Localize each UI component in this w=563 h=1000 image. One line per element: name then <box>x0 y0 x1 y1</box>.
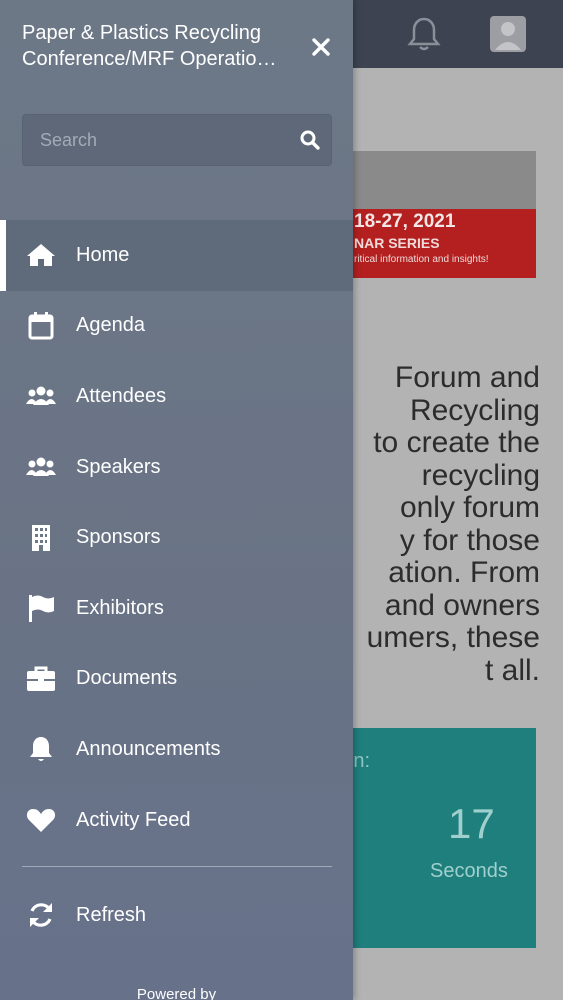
countdown-seconds-label: Seconds <box>430 860 508 882</box>
menu-item-sponsors[interactable]: Sponsors <box>0 502 353 573</box>
menu-item-agenda[interactable]: Agenda <box>0 291 353 362</box>
home-icon <box>26 240 56 270</box>
building-icon <box>26 523 56 553</box>
banner-dates: 18-27, 2021 <box>354 211 456 232</box>
menu-item-exhibitors[interactable]: Exhibitors <box>0 573 353 644</box>
calendar-icon <box>26 311 56 341</box>
drawer-menu: Home Agenda Attendees Speakers Sponsors <box>0 220 353 855</box>
search-box <box>22 114 332 166</box>
users-icon <box>26 452 56 482</box>
users-icon <box>26 381 56 411</box>
powered-by-text: Powered by <box>136 986 217 1000</box>
search-icon[interactable] <box>299 129 321 151</box>
notifications-bell-icon[interactable] <box>404 14 444 54</box>
bell-icon <box>26 734 56 764</box>
event-title: Paper & Plastics Recycling Conference/MR… <box>22 20 312 72</box>
menu-item-attendees[interactable]: Attendees <box>0 361 353 432</box>
menu-item-label: Documents <box>76 667 178 690</box>
countdown-seconds-value: 17 <box>448 800 495 847</box>
close-icon <box>312 38 330 56</box>
menu-divider <box>22 866 332 867</box>
menu-item-label: Attendees <box>76 384 167 407</box>
heart-icon <box>26 805 56 835</box>
menu-item-activity-feed[interactable]: Activity Feed <box>0 785 353 856</box>
user-avatar-icon[interactable] <box>490 16 526 52</box>
menu-item-announcements[interactable]: Announcements <box>0 714 353 785</box>
refresh-icon <box>26 900 56 930</box>
menu-item-label: Activity Feed <box>76 808 191 831</box>
event-title-line: Paper & Plastics Recycling <box>22 22 261 44</box>
menu-item-label: Sponsors <box>76 526 161 549</box>
banner-tagline: ritical information and insights! <box>354 254 489 265</box>
event-title-line: Conference/MRF Operatio… <box>22 48 277 70</box>
menu-item-label: Speakers <box>76 455 161 478</box>
close-drawer-button[interactable] <box>306 32 336 62</box>
menu-item-label: Announcements <box>76 737 221 760</box>
menu-item-label: Refresh <box>76 903 147 926</box>
banner-series: NAR SERIES <box>354 235 440 251</box>
menu-item-label: Exhibitors <box>76 596 164 619</box>
menu-item-home[interactable]: Home <box>0 220 353 291</box>
menu-item-refresh[interactable]: Refresh <box>0 880 353 950</box>
menu-item-documents[interactable]: Documents <box>0 644 353 715</box>
menu-item-label: Home <box>76 243 130 266</box>
briefcase-icon <box>26 664 56 694</box>
menu-item-speakers[interactable]: Speakers <box>0 432 353 503</box>
search-input[interactable] <box>23 115 283 165</box>
flag-icon <box>26 593 56 623</box>
navigation-drawer: Paper & Plastics Recycling Conference/MR… <box>0 0 353 1000</box>
menu-item-label: Agenda <box>76 314 145 337</box>
